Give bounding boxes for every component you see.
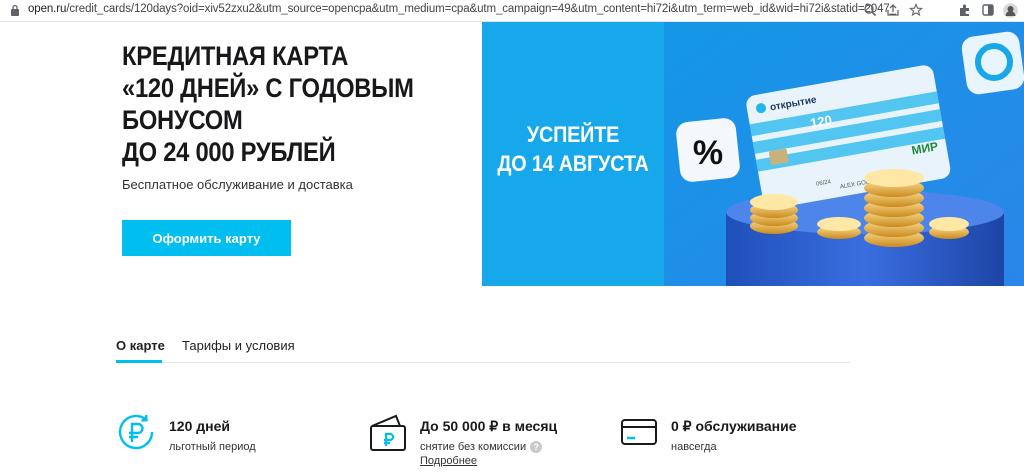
feature-desc: снятие без комиссии (420, 441, 527, 453)
google-lens-icon[interactable] (863, 3, 877, 17)
wallet-ruble-icon (370, 414, 406, 451)
url-path: /credit_cards/120days?oid=xiv52zxu2&utm_… (66, 3, 896, 15)
hero-title-line: «120 ДНЕЙ» С ГОДОВЫМ (122, 73, 414, 103)
hero-title-line: БОНУСОМ (122, 105, 243, 135)
percent-badge-text: % (693, 134, 723, 172)
hero-title-line: КРЕДИТНАЯ КАРТА (122, 41, 349, 71)
credit-card-icon (621, 419, 657, 445)
feature-title: 120 дней (169, 418, 230, 434)
sidebar-icon[interactable] (981, 3, 995, 17)
feature-desc: льготный период (169, 441, 256, 453)
tab-tariffs[interactable]: Тарифы и условия (182, 338, 295, 353)
avatar[interactable] (1003, 3, 1018, 18)
feature-desc: навсегда (671, 441, 717, 453)
promo-banner[interactable]: УСПЕЙТЕ ДО 14 АВГУСТА % открытие 120 МИР… (482, 22, 1024, 286)
ruble-clock-icon (118, 414, 154, 450)
hero-subtitle: Бесплатное обслуживание и доставка (122, 177, 353, 192)
banner-text-line: ДО 14 АВГУСТА (497, 151, 649, 176)
share-icon[interactable] (886, 3, 900, 17)
url-host: open.ru (28, 3, 67, 15)
lock-icon[interactable] (10, 4, 20, 16)
banner-text-line: УСПЕЙТЕ (526, 122, 620, 147)
details-link[interactable]: Подробнее (420, 455, 477, 467)
star-icon[interactable] (909, 3, 923, 17)
help-icon[interactable]: ? (530, 441, 543, 454)
feature-title: 0 ₽ обслуживание (671, 418, 797, 434)
hero-title-line: ДО 24 000 РУБЛЕЙ (122, 137, 336, 167)
feature-title: До 50 000 ₽ в месяц (420, 418, 558, 434)
url-field[interactable]: open.ru/credit_cards/120days?oid=xiv52zx… (28, 3, 896, 15)
extensions-icon[interactable] (958, 3, 972, 17)
hero-title: КРЕДИТНАЯ КАРТА «120 ДНЕЙ» С ГОДОВЫМ БОН… (122, 40, 414, 168)
banner-text: УСПЕЙТЕ ДО 14 АВГУСТА (491, 120, 655, 178)
card-promo-illustration: % открытие 120 МИР 06/24 ALEX GOLDER (664, 22, 1024, 286)
page-tabs: О карте Тарифы и условия (116, 330, 850, 363)
active-tab-indicator (116, 360, 162, 363)
hero-section: КРЕДИТНАЯ КАРТА «120 ДНЕЙ» С ГОДОВЫМ БОН… (0, 22, 1024, 286)
rings-icon (961, 31, 1024, 95)
percent-badge-icon: % (676, 118, 740, 182)
feature-desc-row: снятие без комиссии? (420, 441, 543, 454)
tab-about-card[interactable]: О карте (116, 338, 165, 353)
browser-address-bar: open.ru/credit_cards/120days?oid=xiv52zx… (0, 0, 1024, 22)
apply-card-button[interactable]: Оформить карту (122, 220, 291, 256)
